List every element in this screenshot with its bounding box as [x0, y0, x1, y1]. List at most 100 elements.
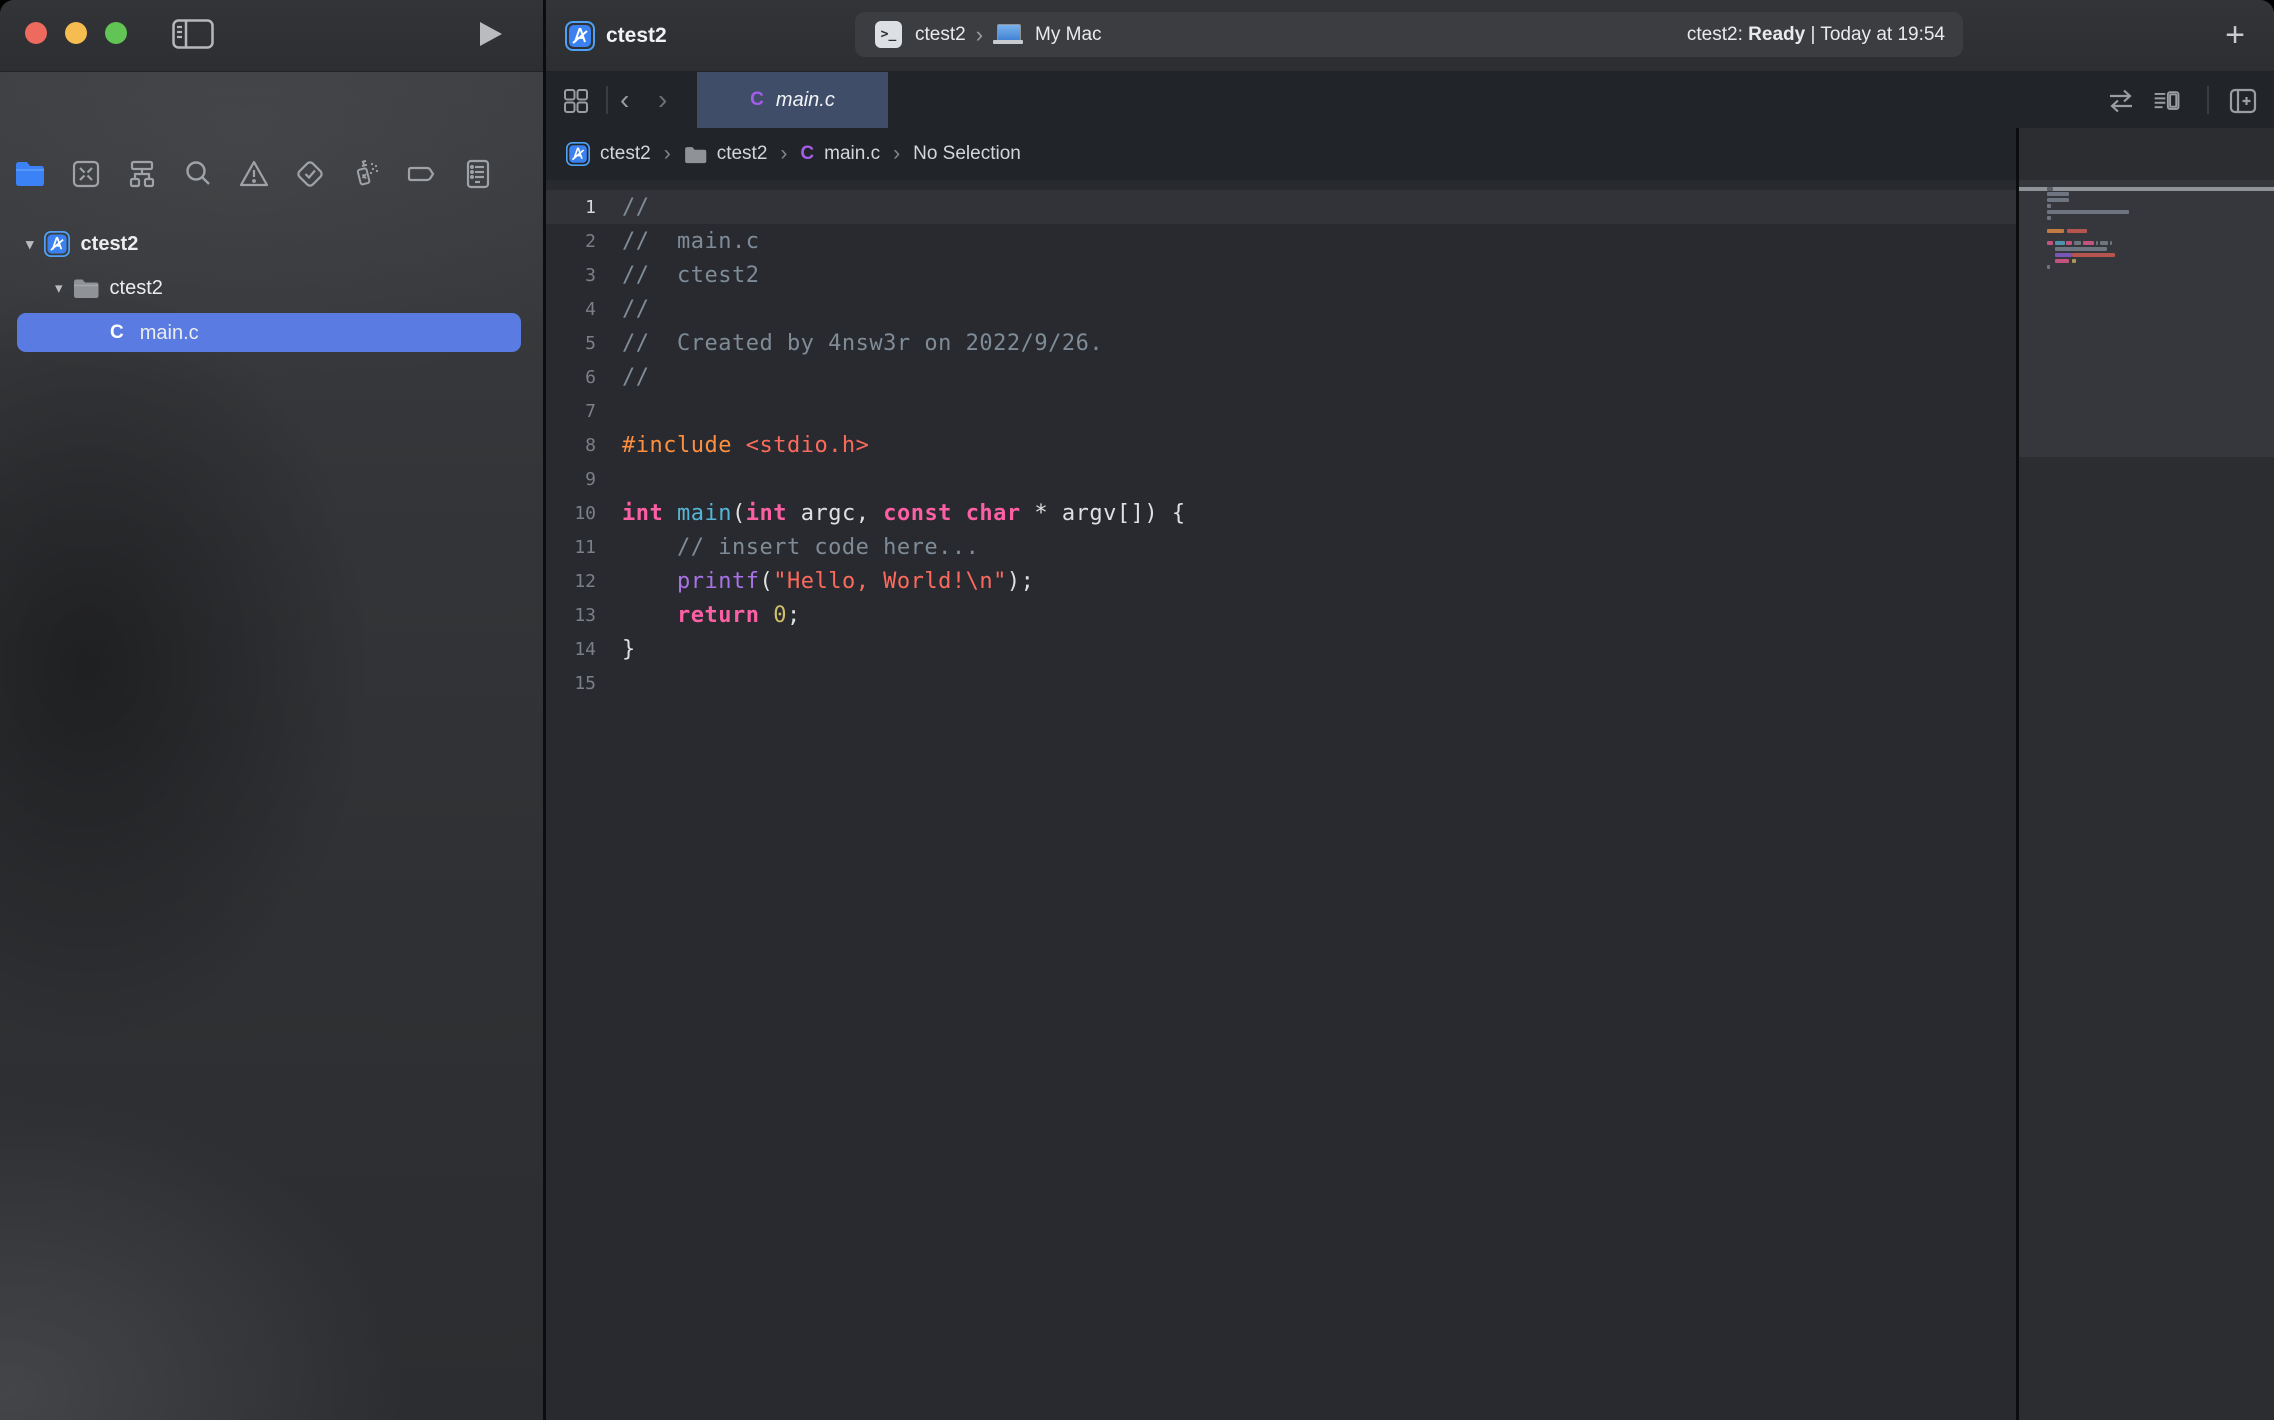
window-title: ctest2 — [606, 0, 667, 71]
line-number[interactable]: 7 — [546, 401, 622, 422]
line-number[interactable]: 15 — [546, 673, 622, 694]
line-number[interactable]: 6 — [546, 367, 622, 388]
code-line[interactable]: 8#include <stdio.h> — [546, 428, 2016, 462]
line-number[interactable]: 13 — [546, 605, 622, 626]
tree-item-label: main.c — [140, 322, 199, 345]
source-editor[interactable]: 1//2// main.c3// ctest24//5// Created by… — [546, 180, 2016, 1420]
test-navigator-tab[interactable] — [292, 156, 328, 192]
code-review-icon[interactable] — [2106, 86, 2136, 116]
line-number[interactable]: 1 — [546, 197, 622, 218]
code-line[interactable]: 15 — [546, 666, 2016, 700]
code-text: // insert code here... — [622, 535, 979, 560]
line-number[interactable]: 5 — [546, 333, 622, 354]
code-text: } — [622, 637, 636, 662]
jumpbar-item-project[interactable]: ctest2 — [600, 143, 651, 165]
source-control-navigator-tab[interactable] — [68, 156, 104, 192]
line-number[interactable]: 10 — [546, 503, 622, 524]
disclosure-chevron-icon[interactable]: ▾ — [26, 235, 34, 253]
minimap-segment — [2055, 259, 2069, 263]
scheme-target-icon: >_ — [875, 21, 902, 48]
line-number[interactable]: 8 — [546, 435, 622, 456]
code-line[interactable]: 5// Created by 4nsw3r on 2022/9/26. — [546, 326, 2016, 360]
code-text: // — [622, 297, 650, 322]
code-lines: 1//2// main.c3// ctest24//5// Created by… — [546, 190, 2016, 700]
code-line[interactable]: 14} — [546, 632, 2016, 666]
code-text: // Created by 4nsw3r on 2022/9/26. — [622, 331, 1103, 356]
code-line[interactable]: 1// — [546, 190, 2016, 224]
minimap-segment — [2074, 241, 2081, 245]
run-destination[interactable]: My Mac — [1035, 24, 1102, 46]
project-navigator-tab[interactable] — [12, 156, 48, 192]
scheme-name[interactable]: ctest2 — [915, 24, 966, 46]
go-back-button[interactable]: ‹ — [620, 72, 629, 128]
code-text: // ctest2 — [622, 263, 759, 288]
report-navigator-tab[interactable] — [460, 156, 496, 192]
code-line[interactable]: 7 — [546, 394, 2016, 428]
line-number[interactable]: 12 — [546, 571, 622, 592]
line-number[interactable]: 11 — [546, 537, 622, 558]
xcode-window: ctest2 >_ ctest2 › My Mac ctest2: Ready … — [0, 0, 2274, 1420]
code-line[interactable]: 12 printf("Hello, World!\n"); — [546, 564, 2016, 598]
jumpbar-separator: › — [767, 142, 800, 166]
tab-main-c[interactable]: C main.c — [697, 72, 888, 128]
code-line[interactable]: 3// ctest2 — [546, 258, 2016, 292]
line-number[interactable]: 2 — [546, 231, 622, 252]
tab-overview-icon[interactable] — [561, 86, 591, 116]
title-bar: ctest2 >_ ctest2 › My Mac ctest2: Ready … — [0, 0, 2274, 72]
jumpbar-item-group[interactable]: ctest2 — [717, 143, 768, 165]
minimap-segment — [2096, 241, 2098, 245]
code-line[interactable]: 2// main.c — [546, 224, 2016, 258]
code-text: // — [622, 195, 650, 220]
line-number[interactable]: 9 — [546, 469, 622, 490]
code-text: return 0; — [622, 603, 801, 628]
tree-item-file-mainc[interactable]: C main.c — [110, 313, 199, 353]
close-window-button[interactable] — [25, 22, 47, 44]
minimap-current-line — [2019, 187, 2274, 191]
scheme-chevron: › — [966, 22, 993, 48]
xcode-project-icon — [566, 142, 590, 166]
line-number[interactable]: 3 — [546, 265, 622, 286]
minimap-segment — [2067, 229, 2087, 233]
code-text: printf("Hello, World!\n"); — [622, 569, 1034, 594]
jumpbar-item-selection[interactable]: No Selection — [913, 143, 1021, 165]
line-number[interactable]: 14 — [546, 639, 622, 660]
code-line[interactable]: 13 return 0; — [546, 598, 2016, 632]
jumpbar-item-file[interactable]: main.c — [824, 143, 880, 165]
code-text: int main(int argc, const char * argv[]) … — [622, 501, 1186, 526]
scheme-and-activity-pill[interactable]: >_ ctest2 › My Mac ctest2: Ready | Today… — [855, 12, 1963, 57]
c-file-icon: C — [800, 143, 814, 165]
toggle-navigator-icon[interactable] — [172, 19, 214, 49]
debug-navigator-tab[interactable] — [348, 156, 384, 192]
minimap-segment — [2047, 198, 2069, 202]
find-navigator-tab[interactable] — [180, 156, 216, 192]
destination-mac-icon — [993, 24, 1023, 46]
library-add-button[interactable]: + — [2219, 20, 2251, 52]
editor-options-icon[interactable] — [2152, 86, 2182, 116]
line-number[interactable]: 4 — [546, 299, 622, 320]
breakpoint-navigator-tab[interactable] — [404, 156, 440, 192]
add-editor-icon[interactable] — [2228, 86, 2258, 116]
code-line[interactable]: 6// — [546, 360, 2016, 394]
minimap-segment — [2066, 241, 2072, 245]
go-forward-button[interactable]: › — [658, 72, 667, 128]
issue-navigator-tab[interactable] — [236, 156, 272, 192]
tree-item-folder-ctest2[interactable]: ▾ ctest2 — [55, 268, 163, 308]
zoom-window-button[interactable] — [105, 22, 127, 44]
code-line[interactable]: 9 — [546, 462, 2016, 496]
code-text: // main.c — [622, 229, 759, 254]
symbol-navigator-tab[interactable] — [124, 156, 160, 192]
run-button[interactable] — [476, 20, 504, 48]
minimap[interactable] — [2019, 128, 2274, 1420]
code-text: #include <stdio.h> — [622, 433, 869, 458]
xcode-app-icon — [565, 21, 595, 56]
tree-item-project-ctest2[interactable]: ▾ ctest2 — [26, 224, 138, 264]
code-line[interactable]: 4// — [546, 292, 2016, 326]
minimap-segment — [2047, 265, 2050, 269]
jumpbar-separator: › — [880, 142, 913, 166]
minimap-viewport — [2019, 180, 2274, 457]
minimize-window-button[interactable] — [65, 22, 87, 44]
code-line[interactable]: 11 // insert code here... — [546, 530, 2016, 564]
tabbar-divider — [2207, 86, 2209, 114]
code-line[interactable]: 10int main(int argc, const char * argv[]… — [546, 496, 2016, 530]
disclosure-chevron-icon[interactable]: ▾ — [55, 279, 63, 297]
